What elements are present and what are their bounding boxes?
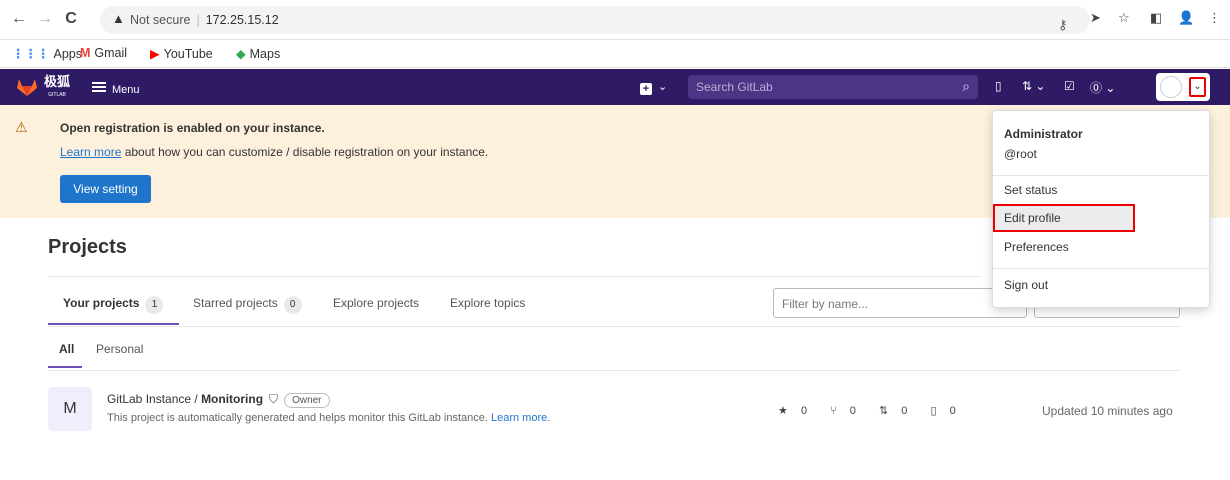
new-dropdown-button[interactable]: + ⌄: [640, 80, 667, 95]
brand-logo[interactable]: 极狐 GITLAB: [44, 75, 70, 101]
browser-toolbar: ← → C ▲ Not secure | 172.25.15.12 ⚷ ➤ ☆ ◧ …: [0, 0, 1230, 40]
divider: [993, 268, 1209, 269]
learn-more-link[interactable]: Learn more.: [491, 412, 550, 424]
divider: [48, 276, 980, 277]
active-subtab-indicator: [48, 366, 82, 368]
search-placeholder: Search GitLab: [696, 80, 773, 94]
user-username[interactable]: @root: [1004, 147, 1037, 161]
subtab-all[interactable]: All: [59, 342, 74, 356]
project-title: GitLab Instance / Monitoring ⛉ Owner: [107, 392, 330, 408]
search-icon: ⌕: [962, 78, 970, 94]
user-dropdown: Administrator @root Set status Edit prof…: [992, 110, 1210, 308]
issues-stat[interactable]: ▯ 0: [930, 405, 965, 417]
issues-icon[interactable]: ▯: [995, 79, 1002, 93]
reload-icon[interactable]: C: [62, 10, 80, 28]
project-description: This project is automatically generated …: [107, 412, 551, 424]
shield-icon: ⛉: [269, 392, 279, 406]
bookmarks-bar: ⋮⋮⋮ Apps M Gmail ▶ YouTube ◆ Maps: [0, 40, 1230, 68]
user-name[interactable]: Administrator: [1004, 127, 1083, 141]
gitlab-topbar: 极狐 GITLAB Menu + ⌄ Search GitLab ⌕ ▯ ⇅ ⌄ ☑…: [0, 69, 1230, 105]
gitlab-logo-icon[interactable]: [16, 77, 38, 97]
sign-out-item[interactable]: Sign out: [993, 271, 1209, 299]
avatar: [1160, 76, 1182, 98]
edit-profile-item[interactable]: Edit profile: [993, 204, 1135, 232]
set-status-item[interactable]: Set status: [993, 176, 1209, 204]
sidepanel-icon[interactable]: ◧: [1150, 10, 1162, 26]
user-menu-button[interactable]: ⌄: [1156, 73, 1210, 101]
bookmark-maps[interactable]: ◆ Maps: [236, 46, 280, 61]
menu-button[interactable]: Menu: [92, 80, 140, 96]
divider: [48, 326, 1180, 327]
preferences-item[interactable]: Preferences: [993, 233, 1209, 261]
search-input[interactable]: Search GitLab ⌕: [688, 75, 978, 99]
forward-icon[interactable]: →: [36, 10, 54, 28]
hamburger-icon: [92, 80, 106, 94]
alert-title: Open registration is enabled on your ins…: [60, 121, 325, 135]
address-bar[interactable]: ▲ Not secure | 172.25.15.12 ⚷: [100, 6, 1090, 34]
chevron-down-icon[interactable]: ⌄: [1189, 77, 1206, 97]
filter-input[interactable]: Filter by name...: [773, 288, 1027, 318]
merge-requests-icon[interactable]: ⇅ ⌄: [1022, 79, 1045, 93]
project-avatar[interactable]: M: [48, 387, 92, 431]
plus-icon: +: [640, 83, 652, 95]
divider: [48, 370, 1180, 371]
back-icon[interactable]: ←: [10, 10, 28, 28]
help-icon[interactable]: ⓪ ⌄: [1090, 79, 1115, 96]
fork-icon: ⑂: [830, 405, 837, 417]
warning-icon: ▲: [112, 11, 125, 26]
learn-more-link[interactable]: Learn more: [60, 145, 121, 159]
tab-starred-projects[interactable]: Starred projects 0: [193, 296, 302, 314]
url-text: Not secure | 172.25.15.12: [130, 13, 279, 27]
youtube-icon: ▶: [150, 47, 160, 61]
maps-icon: ◆: [236, 47, 246, 61]
stars-stat[interactable]: ★ 0: [778, 405, 817, 417]
updated-time: Updated 10 minutes ago: [1042, 404, 1173, 418]
project-stats: ★ 0 ⑂ 0 ⇅ 0 ▯ 0: [778, 404, 976, 417]
alert-body: Learn more about how you can customize /…: [60, 145, 489, 159]
kebab-menu-icon[interactable]: ⋮: [1208, 10, 1221, 26]
tab-explore-projects[interactable]: Explore projects: [333, 296, 419, 310]
tab-explore-topics[interactable]: Explore topics: [450, 296, 525, 310]
profile-icon[interactable]: 👤: [1178, 10, 1194, 26]
bookmark-youtube[interactable]: ▶ YouTube: [150, 46, 213, 61]
filter-placeholder: Filter by name...: [782, 297, 869, 311]
star-icon[interactable]: ☆: [1118, 10, 1130, 26]
send-icon[interactable]: ➤: [1090, 10, 1101, 26]
role-badge: Owner: [284, 393, 330, 408]
subtab-personal[interactable]: Personal: [96, 342, 143, 356]
star-icon: ★: [778, 405, 788, 417]
bookmark-apps[interactable]: ⋮⋮⋮ Apps: [12, 46, 82, 61]
page-title: Projects: [48, 236, 127, 258]
key-icon[interactable]: ⚷: [1058, 17, 1068, 33]
todos-icon[interactable]: ☑: [1064, 79, 1075, 93]
active-tab-indicator: [48, 323, 179, 325]
apps-grid-icon: ⋮⋮⋮: [12, 47, 50, 61]
issues-icon: ▯: [930, 405, 937, 417]
bookmark-gmail[interactable]: M Gmail: [80, 46, 127, 60]
project-link[interactable]: GitLab Instance / Monitoring: [107, 392, 263, 406]
merge-request-icon: ⇅: [878, 405, 889, 417]
merge-requests-stat[interactable]: ⇅ 0: [879, 405, 917, 417]
warning-icon: ⚠: [15, 119, 28, 135]
tab-your-projects[interactable]: Your projects 1: [63, 296, 164, 314]
forks-stat[interactable]: ⑂ 0: [830, 405, 866, 417]
gmail-icon: M: [80, 46, 91, 60]
chevron-down-icon: ⌄: [658, 81, 668, 93]
view-setting-button[interactable]: View setting: [60, 175, 151, 203]
